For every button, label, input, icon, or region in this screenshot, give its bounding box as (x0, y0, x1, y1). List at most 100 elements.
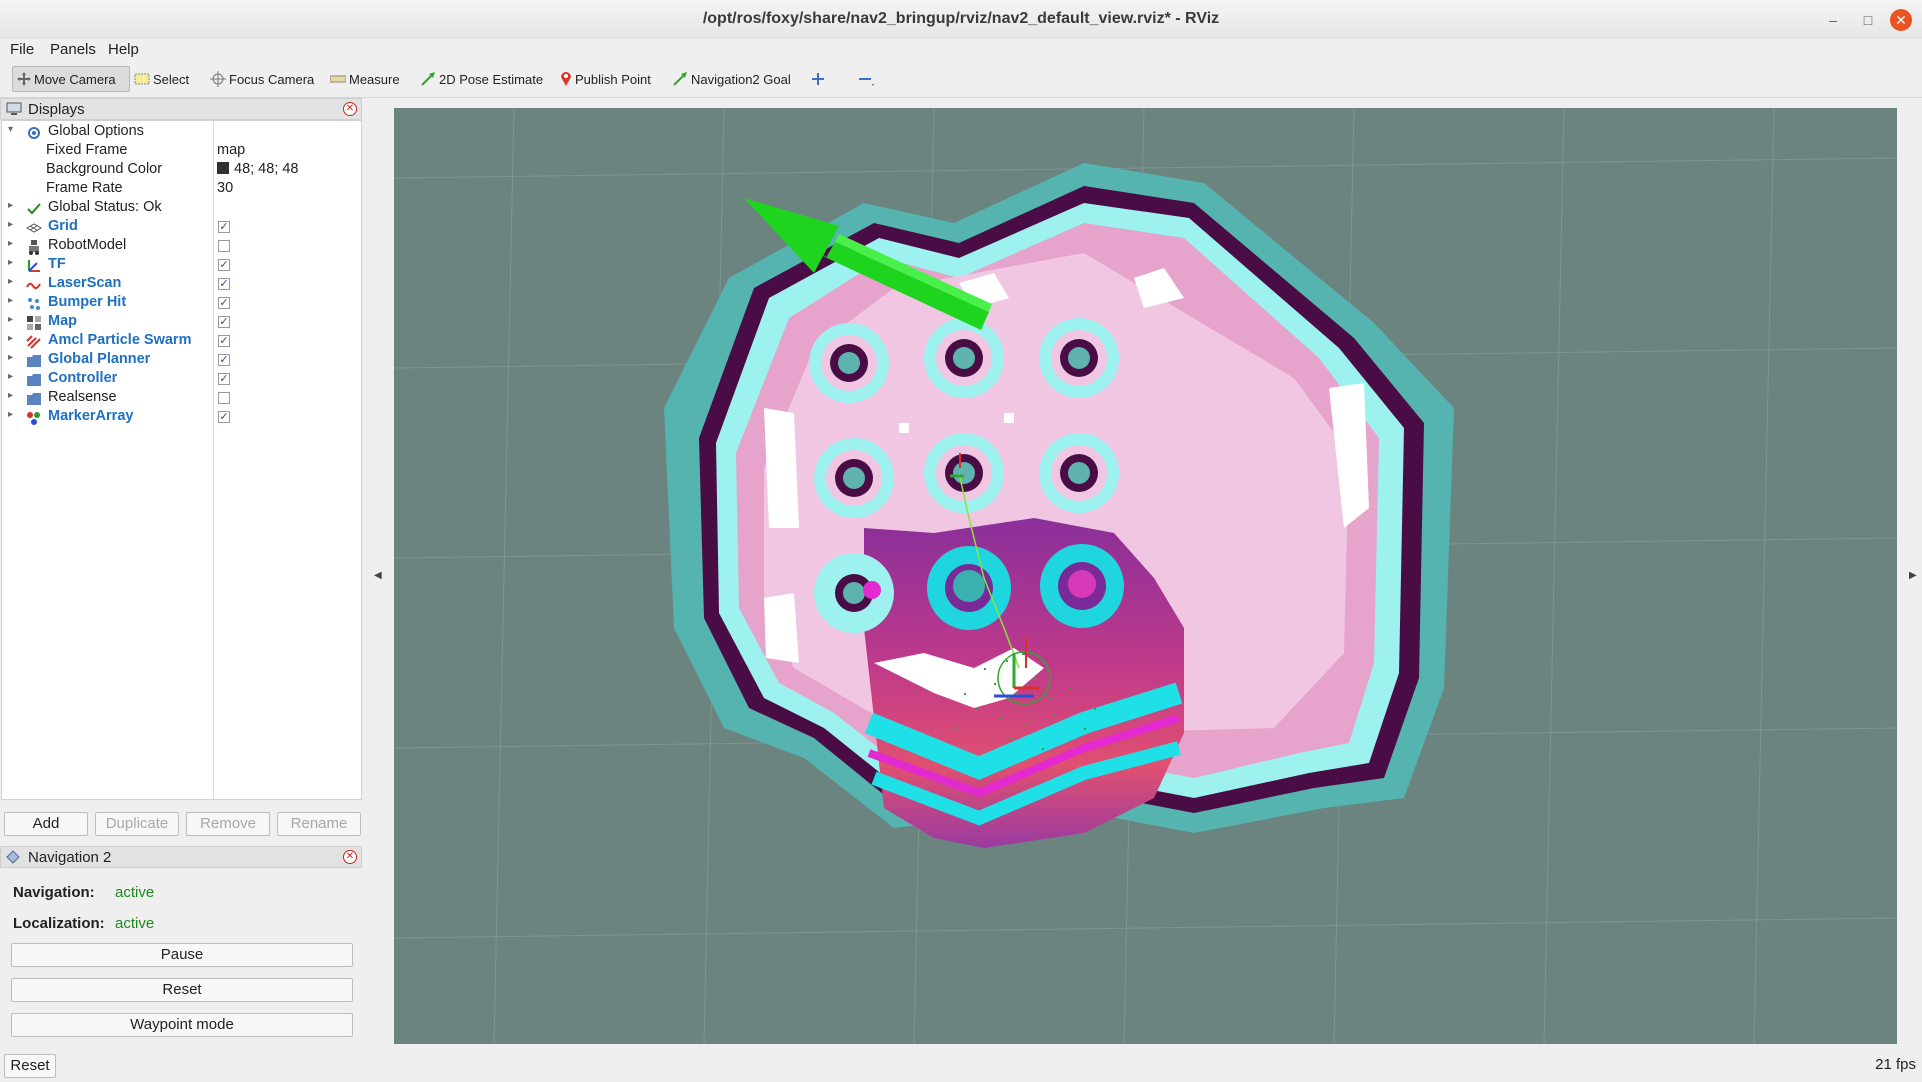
close-navigation-icon[interactable]: ✕ (343, 850, 357, 864)
tree-row-global-status[interactable]: ▸ Global Status: Ok (2, 199, 361, 218)
expand-right-icon[interactable]: ▸ (8, 352, 13, 363)
maximize-icon[interactable]: □ (1858, 10, 1878, 30)
tree-row-global-options[interactable]: ▾ Global Options (2, 123, 361, 142)
realsense-checkbox[interactable] (218, 392, 230, 404)
tree-row-tf[interactable]: ▸ TF ✓ (2, 256, 361, 275)
minimize-icon[interactable]: – (1823, 10, 1843, 30)
folder-icon (27, 374, 41, 386)
expand-right-icon[interactable]: ▸ (8, 257, 13, 268)
select-button[interactable]: Select (134, 66, 189, 92)
reset-time-button[interactable]: Reset (4, 1054, 56, 1078)
focus-camera-label: Focus Camera (229, 71, 315, 87)
localization-status-label: Localization: (13, 915, 105, 932)
robotmodel-checkbox[interactable] (218, 240, 230, 252)
diamond-icon (6, 850, 20, 864)
local-pillars (814, 544, 1124, 633)
waypoint-mode-button[interactable]: Waypoint mode (11, 1013, 353, 1037)
expand-right-icon[interactable]: ▸ (8, 238, 13, 249)
tree-row-realsense[interactable]: ▸ Realsense (2, 389, 361, 408)
render-viewport[interactable] (394, 108, 1897, 1044)
markerarray-checkbox[interactable]: ✓ (218, 411, 230, 423)
navigation-title: Navigation 2 (28, 849, 112, 866)
map-checkbox[interactable]: ✓ (218, 316, 230, 328)
tree-row-global-planner[interactable]: ▸ Global Planner ✓ (2, 351, 361, 370)
expand-right-icon[interactable]: ▸ (8, 219, 13, 230)
focus-camera-button[interactable]: Focus Camera (210, 66, 314, 92)
move-camera-button[interactable]: Move Camera (12, 66, 130, 92)
option-row-background-color[interactable]: Background Color 48; 48; 48 (2, 161, 361, 180)
tree-row-robotmodel[interactable]: ▸ RobotModel (2, 237, 361, 256)
fps-indicator: 21 fps (1875, 1056, 1916, 1073)
background-color-value: 48; 48; 48 (234, 161, 299, 177)
move-camera-label: Move Camera (34, 71, 116, 87)
map-label: Map (48, 313, 77, 329)
pose-estimate-button[interactable]: 2D Pose Estimate (420, 66, 543, 92)
robotmodel-label: RobotModel (48, 237, 127, 253)
gear-icon (28, 127, 40, 139)
map-scene (394, 108, 1897, 1044)
minus-icon (859, 78, 874, 86)
navigation-status-label: Navigation: (13, 884, 95, 901)
publish-point-button[interactable]: Publish Point (560, 66, 651, 92)
duplicate-button[interactable]: Duplicate (95, 812, 179, 836)
tf-checkbox[interactable]: ✓ (218, 259, 230, 271)
frame-rate-value[interactable]: 30 (217, 180, 233, 196)
move-camera-icon (17, 72, 31, 86)
tree-row-grid[interactable]: ▸ Grid ✓ (2, 218, 361, 237)
title-bar: /opt/ros/foxy/share/nav2_bringup/rviz/na… (0, 0, 1922, 40)
pause-button[interactable]: Pause (11, 943, 353, 967)
add-button[interactable]: Add (4, 812, 88, 836)
amcl-particle-swarm-checkbox[interactable]: ✓ (218, 335, 230, 347)
rename-button[interactable]: Rename (277, 812, 361, 836)
expand-right-icon[interactable]: ▸ (8, 200, 13, 211)
reset-navigation-button[interactable]: Reset (11, 978, 353, 1002)
menu-file[interactable]: File (10, 41, 34, 58)
option-row-frame-rate[interactable]: Frame Rate 30 (2, 180, 361, 199)
expand-right-icon[interactable]: ▸ (8, 333, 13, 344)
add-tool-button[interactable] (810, 66, 829, 92)
expand-right-icon[interactable]: ▸ (8, 276, 13, 287)
expand-right-icon[interactable]: ▸ (8, 409, 13, 420)
pose-estimate-label: 2D Pose Estimate (439, 71, 544, 87)
tree-row-amcl-particle-swarm[interactable]: ▸ Amcl Particle Swarm ✓ (2, 332, 361, 351)
grid-checkbox[interactable]: ✓ (218, 221, 230, 233)
tree-row-controller[interactable]: ▸ Controller ✓ (2, 370, 361, 389)
ruler-icon (330, 75, 346, 83)
pose-arrow-icon (421, 72, 435, 86)
collapse-left-icon[interactable]: ◀ (374, 570, 382, 581)
expand-right-icon[interactable]: ▸ (8, 314, 13, 325)
menu-bar: File Panels Help (0, 39, 1922, 61)
remove-button[interactable]: Remove (186, 812, 270, 836)
global-planner-checkbox[interactable]: ✓ (218, 354, 230, 366)
expand-down-icon[interactable]: ▾ (8, 124, 13, 135)
tree-row-bumper-hit[interactable]: ▸ Bumper Hit ✓ (2, 294, 361, 313)
tree-row-laserscan[interactable]: ▸ LaserScan ✓ (2, 275, 361, 294)
background-color-label: Background Color (46, 161, 163, 177)
expand-right-icon[interactable]: ▸ (8, 390, 13, 401)
markers-icon (27, 412, 40, 425)
bumper-hit-checkbox[interactable]: ✓ (218, 297, 230, 309)
tree-row-map[interactable]: ▸ Map ✓ (2, 313, 361, 332)
tf-label: TF (48, 256, 66, 272)
select-icon (134, 73, 150, 85)
background-color-value-cell[interactable]: 48; 48; 48 (217, 161, 299, 177)
controller-checkbox[interactable]: ✓ (218, 373, 230, 385)
option-row-fixed-frame[interactable]: Fixed Frame map (2, 142, 361, 161)
fixed-frame-value[interactable]: map (217, 142, 245, 158)
expand-right-icon[interactable]: ▸ (8, 371, 13, 382)
collapse-right-icon[interactable]: ▶ (1909, 570, 1917, 581)
close-icon[interactable]: ✕ (1890, 9, 1912, 31)
laser-scan-icon (26, 282, 41, 290)
expand-right-icon[interactable]: ▸ (8, 295, 13, 306)
folder-icon (27, 355, 41, 367)
nav2-goal-button[interactable]: Navigation2 Goal (672, 66, 791, 92)
remove-tool-button[interactable] (857, 66, 880, 92)
displays-tree: ▾ Global Options Fixed Frame map Backgro… (1, 120, 362, 800)
tree-row-markerarray[interactable]: ▸ MarkerArray ✓ (2, 408, 361, 427)
close-displays-icon[interactable]: ✕ (343, 102, 357, 116)
menu-help[interactable]: Help (108, 41, 139, 58)
laserscan-checkbox[interactable]: ✓ (218, 278, 230, 290)
map-icon (27, 316, 41, 330)
measure-button[interactable]: Measure (330, 66, 400, 92)
menu-panels[interactable]: Panels (50, 41, 96, 58)
